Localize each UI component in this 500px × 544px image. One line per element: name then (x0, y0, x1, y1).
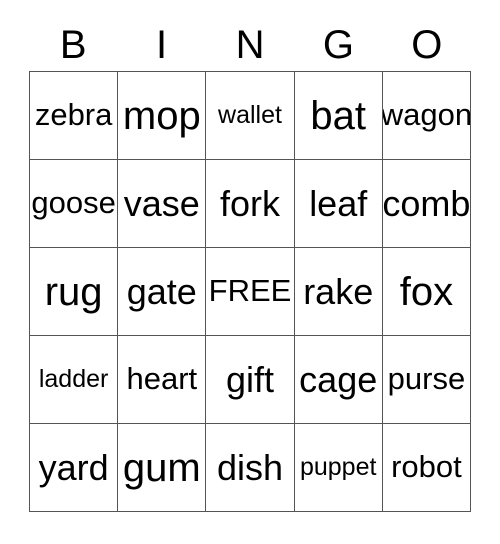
bingo-cell-label: rake (303, 270, 374, 312)
bingo-row: rug gate FREE rake fox (30, 248, 472, 336)
bingo-cell[interactable]: cage (294, 336, 383, 424)
bingo-cell[interactable]: gate (118, 248, 207, 336)
bingo-cell-label: zebra (34, 97, 113, 133)
bingo-cell[interactable]: wallet (206, 72, 295, 160)
bingo-cell[interactable]: dish (206, 424, 295, 512)
bingo-cell-free-space[interactable]: FREE (206, 248, 295, 336)
bingo-free-space-label: FREE (208, 273, 292, 309)
bingo-cell-label: yard (38, 446, 109, 488)
bingo-cell[interactable]: fork (206, 160, 295, 248)
bingo-cell-label: leaf (309, 182, 368, 224)
bingo-cell[interactable]: puppet (294, 424, 383, 512)
bingo-cell[interactable]: robot (382, 424, 472, 512)
bingo-cell-label: gum (122, 445, 201, 490)
bingo-cell-label: dish (216, 446, 284, 488)
bingo-row: ladder heart gift cage purse (30, 336, 472, 424)
bingo-cell-label: comb (382, 182, 471, 224)
bingo-cell-label: puppet (299, 453, 377, 482)
bingo-cell-label: rug (44, 269, 103, 314)
bingo-cell-label: fork (220, 182, 281, 224)
bingo-cell[interactable]: wagon (382, 72, 472, 160)
bingo-cell-label: purse (387, 361, 466, 397)
bingo-header-letter-n: N (235, 23, 265, 67)
bingo-cell-label: goose (31, 185, 116, 221)
bingo-cell[interactable]: rake (294, 248, 383, 336)
bingo-cell-label: cage (299, 358, 378, 400)
bingo-cell-label: wallet (218, 101, 282, 130)
bingo-cell[interactable]: yard (30, 424, 119, 512)
bingo-cell-label: fox (399, 269, 454, 314)
bingo-cell[interactable]: heart (118, 336, 207, 424)
bingo-cell[interactable]: purse (382, 336, 472, 424)
bingo-row: zebra mop wallet bat wagon (30, 72, 472, 160)
bingo-header-letter-o: O (411, 23, 443, 67)
bingo-row: yard gum dish puppet robot (30, 424, 472, 512)
bingo-header-row: B I N G O (29, 0, 471, 71)
bingo-cell[interactable]: gum (118, 424, 207, 512)
bingo-cell-label: mop (122, 93, 201, 138)
bingo-grid: zebra mop wallet bat wagon goose vase fo… (29, 71, 472, 512)
bingo-card: B I N G O zebra mop wallet bat wagon goo… (29, 0, 472, 512)
bingo-cell[interactable]: ladder (30, 336, 119, 424)
bingo-cell[interactable]: gift (206, 336, 295, 424)
bingo-cell[interactable]: mop (118, 72, 207, 160)
bingo-cell-label: ladder (38, 365, 109, 394)
bingo-cell-label: gift (225, 358, 275, 400)
bingo-cell-label: bat (310, 93, 367, 138)
bingo-header-letter-b: B (59, 23, 87, 67)
bingo-header-letter-g: G (322, 23, 354, 67)
bingo-cell[interactable]: comb (382, 160, 472, 248)
bingo-cell[interactable]: zebra (30, 72, 119, 160)
bingo-cell-label: gate (126, 270, 197, 312)
bingo-cell-label: wagon (382, 97, 472, 133)
bingo-cell[interactable]: leaf (294, 160, 383, 248)
bingo-cell-label: vase (123, 182, 200, 224)
bingo-cell[interactable]: vase (118, 160, 207, 248)
bingo-row: goose vase fork leaf comb (30, 160, 472, 248)
bingo-cell[interactable]: bat (294, 72, 383, 160)
bingo-cell-label: robot (391, 449, 462, 485)
bingo-cell[interactable]: fox (382, 248, 472, 336)
bingo-cell[interactable]: rug (30, 248, 119, 336)
bingo-cell-label: heart (126, 361, 198, 397)
bingo-header-letter-i: I (156, 23, 168, 67)
bingo-cell[interactable]: goose (30, 160, 119, 248)
